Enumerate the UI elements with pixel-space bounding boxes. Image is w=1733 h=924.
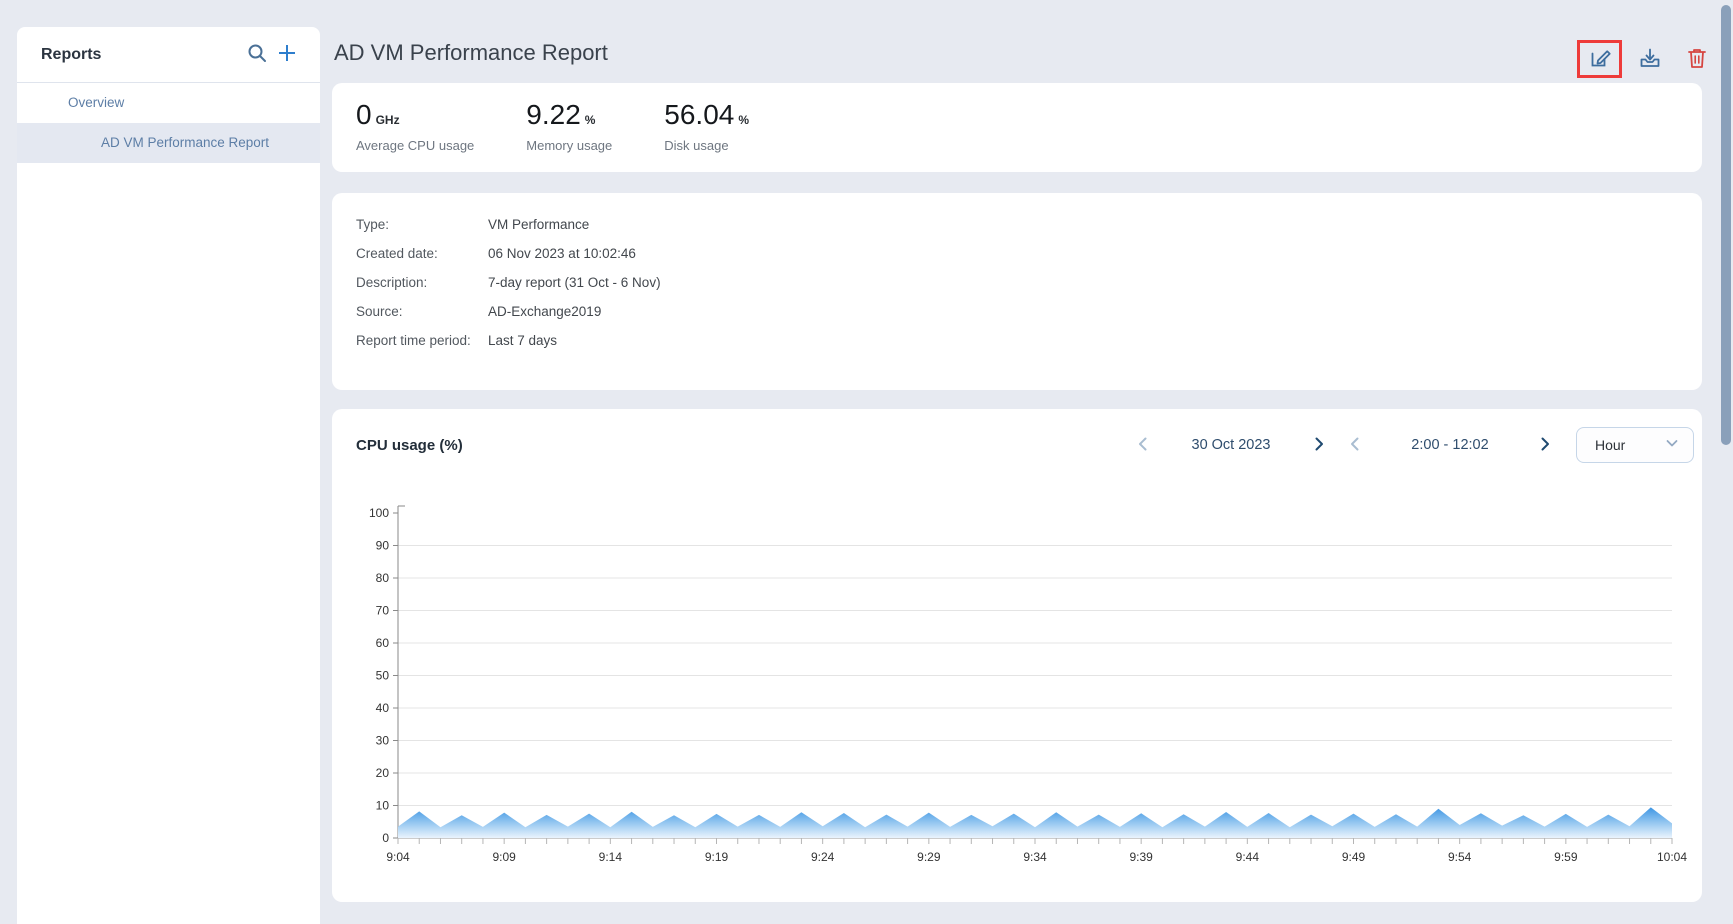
- svg-text:9:44: 9:44: [1236, 850, 1260, 864]
- detail-label: Type:: [356, 215, 488, 234]
- svg-text:50: 50: [376, 669, 390, 683]
- page-title: AD VM Performance Report: [334, 40, 608, 66]
- svg-text:9:19: 9:19: [705, 850, 729, 864]
- scrollbar-thumb[interactable]: [1721, 5, 1731, 445]
- detail-row-description: Description: 7-day report (31 Oct - 6 No…: [356, 273, 1678, 292]
- detail-value: VM Performance: [488, 215, 589, 234]
- stat-label: Disk usage: [664, 138, 749, 153]
- svg-text:9:24: 9:24: [811, 850, 835, 864]
- cpu-usage-chart-panel: CPU usage (%) 30 Oct 2023: [332, 409, 1702, 902]
- svg-text:90: 90: [376, 539, 390, 553]
- svg-text:9:39: 9:39: [1129, 850, 1153, 864]
- chevron-left-icon: [1135, 436, 1151, 455]
- chevron-right-icon: [1311, 436, 1327, 455]
- detail-row-created-date: Created date: 06 Nov 2023 at 10:02:46: [356, 244, 1678, 263]
- next-day-button[interactable]: [1308, 434, 1330, 456]
- detail-value: 7-day report (31 Oct - 6 Nov): [488, 273, 661, 292]
- svg-text:80: 80: [376, 571, 390, 585]
- stat-value: 9.22: [526, 99, 581, 131]
- svg-text:9:04: 9:04: [386, 850, 410, 864]
- sidebar-item-overview[interactable]: Overview: [17, 83, 320, 123]
- download-report-button[interactable]: [1638, 46, 1662, 73]
- detail-value: Last 7 days: [488, 331, 557, 350]
- svg-text:20: 20: [376, 766, 390, 780]
- svg-text:9:54: 9:54: [1448, 850, 1472, 864]
- summary-stats-panel: 0 GHz Average CPU usage 9.22 % Memory us…: [332, 83, 1702, 172]
- svg-text:10: 10: [376, 799, 390, 813]
- interval-selected-value: Hour: [1595, 437, 1665, 453]
- sidebar-title: Reports: [41, 46, 242, 64]
- detail-row-type: Type: VM Performance: [356, 215, 1678, 234]
- previous-day-button[interactable]: [1132, 434, 1154, 456]
- chart-time-navigation: 30 Oct 2023 2:00 - 12:02: [1132, 427, 1694, 463]
- search-icon: [246, 42, 268, 67]
- detail-row-source: Source: AD-Exchange2019: [356, 302, 1678, 321]
- next-time-range-button[interactable]: [1534, 434, 1556, 456]
- stat-disk-usage: 56.04 % Disk usage: [664, 99, 749, 153]
- edit-button-highlight-box: [1577, 40, 1622, 78]
- svg-text:9:09: 9:09: [492, 850, 516, 864]
- sidebar-header: Reports: [17, 27, 320, 83]
- detail-label: Description:: [356, 273, 488, 292]
- svg-text:40: 40: [376, 701, 390, 715]
- stat-average-cpu-usage: 0 GHz Average CPU usage: [356, 99, 474, 153]
- vertical-scrollbar: [1721, 0, 1731, 924]
- svg-text:9:34: 9:34: [1023, 850, 1047, 864]
- stat-label: Average CPU usage: [356, 138, 474, 153]
- svg-text:0: 0: [382, 831, 389, 845]
- report-actions: [1577, 40, 1708, 78]
- chevron-down-icon: [1665, 436, 1679, 455]
- cpu-usage-area-chart: 0 10 20 30 40 50 60 70 80 90 100 9:04 9:09 9:14 9:19 9:…: [332, 500, 1702, 890]
- svg-text:9:49: 9:49: [1342, 850, 1366, 864]
- add-icon: [276, 42, 298, 67]
- delete-report-button[interactable]: [1686, 46, 1708, 73]
- previous-time-range-button[interactable]: [1344, 434, 1366, 456]
- add-report-button[interactable]: [272, 38, 302, 71]
- reports-sidebar: Reports Overview AD VM Performance Repor…: [17, 27, 320, 924]
- stat-memory-usage: 9.22 % Memory usage: [526, 99, 612, 153]
- sidebar-item-ad-vm-performance-report[interactable]: AD VM Performance Report: [17, 123, 320, 163]
- svg-text:9:14: 9:14: [599, 850, 623, 864]
- edit-report-button[interactable]: [1588, 46, 1612, 73]
- stat-label: Memory usage: [526, 138, 612, 153]
- detail-row-report-time-period: Report time period: Last 7 days: [356, 331, 1678, 350]
- detail-value: 06 Nov 2023 at 10:02:46: [488, 244, 636, 263]
- interval-select[interactable]: Hour: [1576, 427, 1694, 463]
- svg-text:10:04: 10:04: [1657, 850, 1687, 864]
- stat-unit: %: [585, 113, 596, 127]
- search-button[interactable]: [242, 38, 272, 71]
- delete-icon: [1686, 46, 1708, 73]
- download-icon: [1638, 46, 1662, 73]
- edit-icon: [1588, 46, 1612, 73]
- svg-text:9:59: 9:59: [1554, 850, 1578, 864]
- chart-date: 30 Oct 2023: [1170, 437, 1292, 453]
- stat-value: 0: [356, 99, 372, 131]
- svg-text:70: 70: [376, 604, 390, 618]
- svg-text:60: 60: [376, 636, 390, 650]
- detail-value: AD-Exchange2019: [488, 302, 601, 321]
- stat-unit: GHz: [376, 113, 400, 127]
- chevron-right-icon: [1537, 436, 1553, 455]
- report-details-panel: Type: VM Performance Created date: 06 No…: [332, 193, 1702, 390]
- detail-label: Created date:: [356, 244, 488, 263]
- svg-text:9:29: 9:29: [917, 850, 941, 864]
- svg-text:30: 30: [376, 734, 390, 748]
- svg-text:100: 100: [369, 506, 389, 520]
- chart-title: CPU usage (%): [356, 437, 463, 454]
- stat-value: 56.04: [664, 99, 734, 131]
- chart-time-range: 2:00 - 12:02: [1382, 437, 1518, 453]
- detail-label: Report time period:: [356, 331, 488, 350]
- chevron-left-icon: [1347, 436, 1363, 455]
- detail-label: Source:: [356, 302, 488, 321]
- stat-unit: %: [738, 113, 749, 127]
